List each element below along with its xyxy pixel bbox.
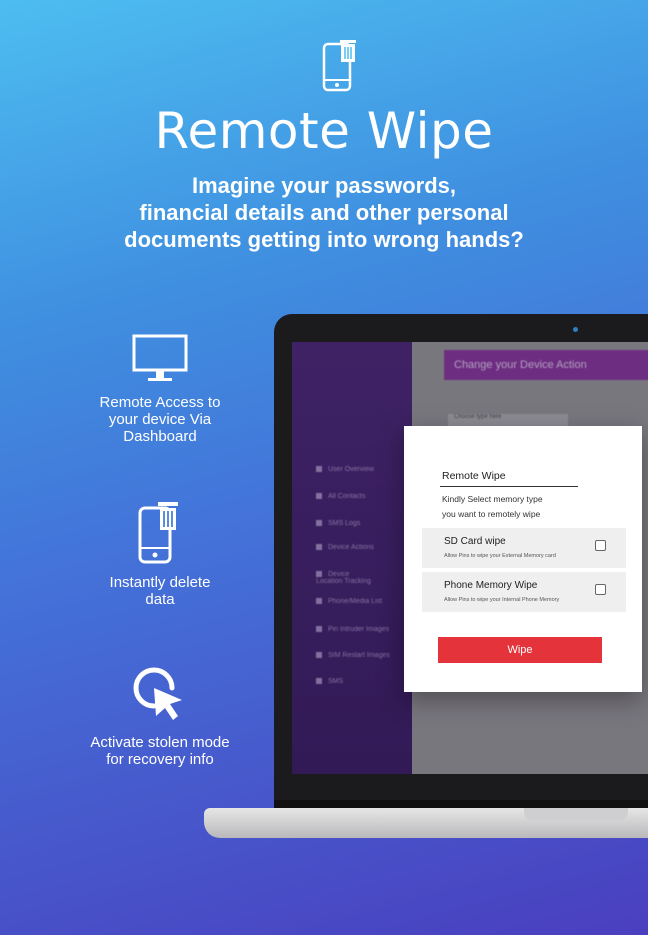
feature-label: data bbox=[145, 591, 175, 608]
monitor-icon bbox=[132, 334, 188, 381]
feature-label: for recovery info bbox=[106, 751, 214, 768]
phone-trash-icon bbox=[138, 502, 178, 564]
feature-label: Remote Access to bbox=[99, 394, 221, 411]
remote-wipe-dialog: Remote Wipe Kindly Select memory type yo… bbox=[404, 426, 642, 692]
phone-memory-checkbox[interactable] bbox=[595, 584, 606, 595]
dialog-description: Kindly Select memory type you want to re… bbox=[442, 494, 543, 519]
feature-instant-delete: Instantly delete data bbox=[60, 500, 260, 608]
option-description: Allow Pins to wipe your Internal Phone M… bbox=[444, 597, 560, 603]
page-title: Remote Wipe bbox=[154, 102, 494, 160]
camera-icon bbox=[573, 327, 578, 332]
option-label: SD Card wipe bbox=[444, 536, 506, 547]
dialog-title: Remote Wipe bbox=[442, 470, 506, 482]
option-label: Phone Memory Wipe bbox=[444, 580, 538, 591]
feature-label: Activate stolen mode bbox=[90, 734, 230, 751]
laptop-notch bbox=[524, 808, 628, 820]
feature-remote-access: Remote Access to your device Via Dashboa… bbox=[60, 334, 260, 445]
sd-card-checkbox[interactable] bbox=[595, 540, 606, 551]
feature-label: Instantly delete bbox=[109, 574, 211, 591]
feature-label: Dashboard bbox=[123, 428, 197, 445]
option-sd-card-wipe[interactable]: SD Card wipe Allow Pins to wipe your Ext… bbox=[422, 528, 626, 568]
page-subtitle: Imagine your passwords, financial detail… bbox=[124, 173, 524, 252]
wipe-button[interactable]: Wipe bbox=[438, 637, 602, 663]
option-phone-memory-wipe[interactable]: Phone Memory Wipe Allow Pins to wipe you… bbox=[422, 572, 626, 612]
feature-stolen-mode: Activate stolen mode for recovery info bbox=[60, 666, 260, 768]
phone-trash-icon bbox=[322, 40, 356, 92]
option-description: Allow Pins to wipe your External Memory … bbox=[444, 553, 556, 559]
divider bbox=[440, 486, 578, 487]
cursor-click-icon bbox=[133, 667, 182, 720]
feature-label: your device Via bbox=[108, 411, 212, 428]
